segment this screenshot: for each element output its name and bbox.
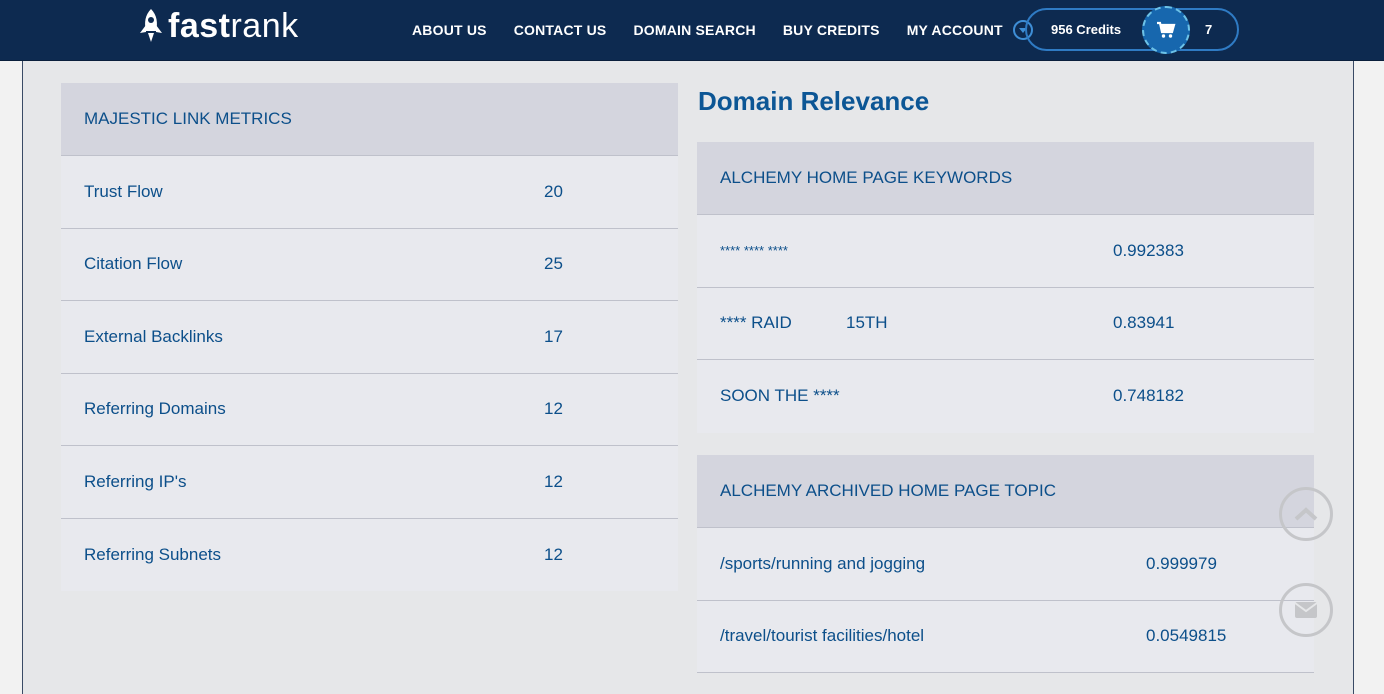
- topic-score: 0.999979: [1146, 553, 1217, 573]
- nav-domain-search[interactable]: DOMAIN SEARCH: [633, 22, 755, 38]
- keyword-score: 0.992383: [1113, 240, 1184, 260]
- topic-score: 0.0549815: [1146, 626, 1227, 646]
- credits-balance: 956 Credits: [1051, 22, 1122, 37]
- domain-relevance-title: Domain Relevance: [698, 86, 930, 116]
- nav-about-us[interactable]: ABOUT US: [412, 22, 487, 38]
- metric-value: 17: [544, 326, 563, 346]
- metric-label: Citation Flow: [84, 254, 183, 274]
- nav-contact-us[interactable]: CONTACT US: [514, 22, 607, 38]
- metric-label: Trust Flow: [84, 181, 163, 201]
- scroll-to-top-button[interactable]: [1279, 487, 1333, 541]
- metric-label: Referring Subnets: [84, 544, 222, 564]
- table-row: Referring Domains 12: [61, 374, 678, 446]
- topic-table-header: ALCHEMY ARCHIVED HOME PAGE TOPIC: [697, 455, 1314, 528]
- table-row: Citation Flow 25: [61, 229, 678, 301]
- table-row: /travel/tourist facilities/hotel 0.05498…: [697, 601, 1314, 673]
- metric-value: 12: [544, 471, 563, 491]
- alchemy-keywords-table: ALCHEMY HOME PAGE KEYWORDS **** **** ***…: [697, 142, 1314, 433]
- keyword-label: **** **** ****: [720, 243, 788, 259]
- metric-value: 12: [544, 544, 563, 564]
- keyword-extra: 15TH: [846, 313, 888, 333]
- table-row: Referring Subnets 12: [61, 519, 678, 592]
- chevron-up-icon: [1294, 507, 1318, 521]
- table-row: /sports/running and jogging 0.999979: [697, 528, 1314, 601]
- metric-label: Referring IP's: [84, 471, 187, 491]
- table-row: **** RAID 15TH 0.83941: [697, 288, 1314, 360]
- metric-label: Referring Domains: [84, 399, 226, 419]
- contact-mail-button[interactable]: [1279, 583, 1333, 637]
- metric-value: 20: [544, 181, 563, 201]
- table-row: External Backlinks 17: [61, 301, 678, 374]
- keyword-score: 0.748182: [1113, 386, 1184, 406]
- table-row: Trust Flow 20: [61, 156, 678, 229]
- table-row: **** **** **** 0.992383: [697, 215, 1314, 288]
- metric-label: External Backlinks: [84, 326, 223, 346]
- rocket-icon: [140, 9, 162, 42]
- top-navigation-bar: fast rank ABOUT US CONTACT US DOMAIN SEA…: [0, 0, 1384, 61]
- envelope-icon: [1294, 602, 1318, 618]
- credits-widget[interactable]: 956 Credits 7: [1025, 6, 1239, 54]
- keyword-label: SOON THE ****: [720, 386, 840, 406]
- table-row: SOON THE **** 0.748182: [697, 360, 1314, 433]
- nav-my-account-label: MY ACCOUNT: [906, 22, 1003, 38]
- majestic-table-header: MAJESTIC LINK METRICS: [61, 83, 678, 156]
- alchemy-topic-table: ALCHEMY ARCHIVED HOME PAGE TOPIC /sports…: [697, 455, 1314, 673]
- majestic-link-metrics-table: MAJESTIC LINK METRICS Trust Flow 20 Cita…: [61, 83, 678, 591]
- logo-text-rank: rank: [230, 6, 299, 45]
- keyword-label: **** RAID: [720, 313, 792, 333]
- metric-value: 25: [544, 254, 563, 274]
- shopping-cart-icon[interactable]: [1142, 6, 1190, 54]
- logo-text-fast: fast: [168, 6, 231, 45]
- keywords-table-header: ALCHEMY HOME PAGE KEYWORDS: [697, 142, 1314, 215]
- topic-label: /sports/running and jogging: [720, 553, 926, 573]
- metric-value: 12: [544, 399, 563, 419]
- main-nav: ABOUT US CONTACT US DOMAIN SEARCH BUY CR…: [412, 20, 1033, 40]
- table-row: Referring IP's 12: [61, 446, 678, 519]
- cart-count: 7: [1205, 22, 1213, 37]
- keyword-score: 0.83941: [1113, 313, 1175, 333]
- nav-my-account[interactable]: MY ACCOUNT: [907, 20, 1033, 40]
- topic-label: /travel/tourist facilities/hotel: [720, 626, 925, 646]
- fastrank-logo[interactable]: fast rank: [138, 6, 299, 46]
- nav-buy-credits[interactable]: BUY CREDITS: [783, 22, 880, 38]
